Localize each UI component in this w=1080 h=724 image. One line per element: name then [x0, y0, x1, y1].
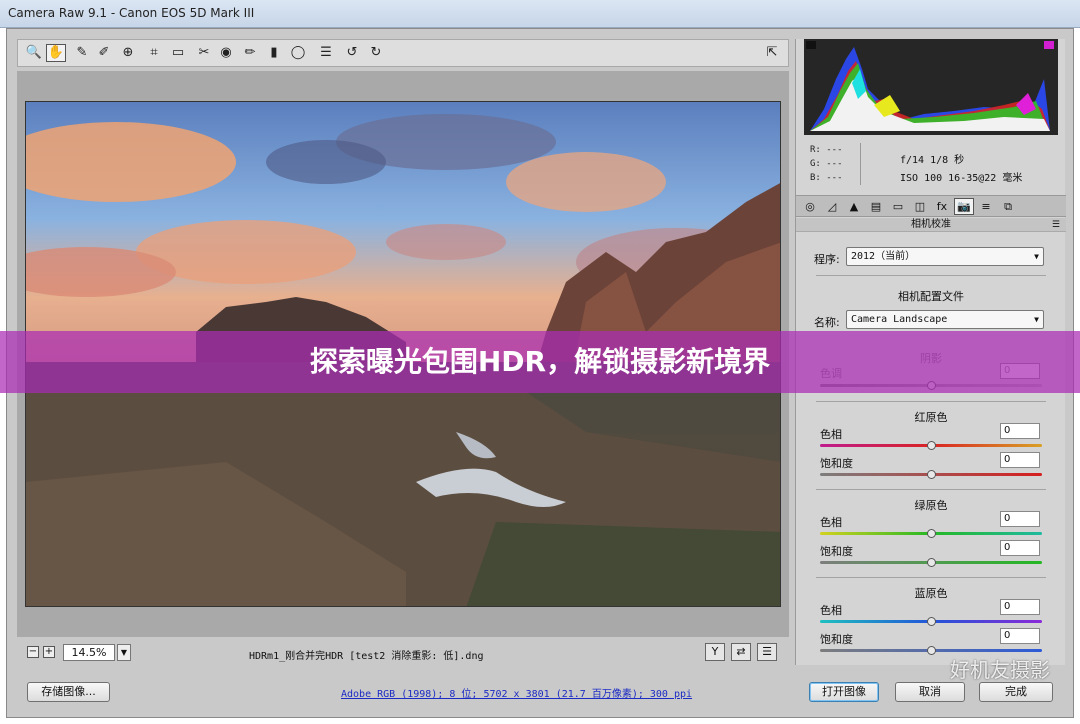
tab-lens-icon[interactable]: ◫ — [910, 198, 930, 215]
green-hue-slider-thumb[interactable] — [927, 529, 936, 538]
filename-label: HDRm1_刚合并完HDR [test2 消除重影: 低].dng — [249, 651, 484, 662]
green-saturation-value[interactable]: 0 — [1000, 540, 1040, 556]
red-eye-tool-icon[interactable]: ◉ — [216, 44, 236, 62]
status-bar: − + 14.5% ▼ HDRm1_刚合并完HDR [test2 消除重影: 低… — [17, 641, 789, 665]
promo-banner: 探索曝光包围HDR，解锁摄影新境界 — [0, 331, 1080, 393]
tab-split-toning-icon[interactable]: ▭ — [888, 198, 908, 215]
spot-removal-tool-icon[interactable]: ✂ — [194, 44, 214, 62]
title-bar: Camera Raw 9.1 - Canon EOS 5D Mark III — [0, 0, 1080, 28]
blue-hue-value[interactable]: 0 — [1000, 599, 1040, 615]
green-hue-label: 色相 — [820, 516, 842, 529]
process-label: 程序: — [814, 253, 840, 266]
hand-tool-icon[interactable]: ✋ — [46, 44, 66, 62]
straighten-tool-icon[interactable]: ▭ — [168, 44, 188, 62]
blue-readout: B: --- — [810, 173, 843, 183]
window-title: Camera Raw 9.1 - Canon EOS 5D Mark III — [8, 6, 255, 20]
watermark: 好机友摄影 — [950, 658, 1050, 682]
chevron-down-icon: ▼ — [1034, 252, 1039, 261]
preferences-icon[interactable]: ☰ — [316, 44, 336, 62]
workflow-options-link[interactable]: Adobe RGB (1998); 8 位; 5702 x 3801 (21.7… — [341, 685, 692, 700]
red-hue-value[interactable]: 0 — [1000, 423, 1040, 439]
toolbar: 🔍 ✋ ✎ ✐ ⊕ ⌗ ▭ ✂ ◉ ✏ ▮ ◯ ☰ ↺ ↻ ⇱ — [17, 39, 789, 67]
white-balance-tool-icon[interactable]: ✎ — [72, 44, 92, 62]
color-sampler-tool-icon[interactable]: ✐ — [94, 44, 114, 62]
red-hue-label: 色相 — [820, 428, 842, 441]
panel-tabs: ◎ ◿ ▲ ▤ ▭ ◫ fx 📷 ≡ ⧉ — [796, 195, 1066, 217]
section-title-text: 相机校准 — [911, 219, 951, 230]
pixel-readout: R: --- G: --- B: --- f/14 1/8 秒 ISO 100 … — [804, 139, 1058, 191]
blue-hue-slider-thumb[interactable] — [927, 617, 936, 626]
red-readout: R: --- — [810, 145, 843, 155]
panel-menu-icon[interactable]: ☰ — [1052, 218, 1060, 232]
rotate-cw-icon[interactable]: ↻ — [366, 44, 386, 62]
zoom-level-field[interactable]: 14.5% — [63, 644, 115, 661]
section-title: 相机校准 ☰ — [796, 218, 1066, 232]
done-button[interactable]: 完成 — [979, 682, 1053, 702]
histogram — [804, 39, 1058, 135]
chevron-down-icon: ▼ — [1034, 315, 1039, 324]
footer: 存储图像... Adobe RGB (1998); 8 位; 5702 x 38… — [7, 669, 1075, 717]
zoom-out-button[interactable]: − — [27, 646, 39, 658]
red-saturation-label: 饱和度 — [820, 457, 853, 470]
tab-detail-icon[interactable]: ▲ — [844, 198, 864, 215]
tab-snapshots-icon[interactable]: ⧉ — [998, 198, 1018, 215]
histogram-graph — [804, 39, 1058, 135]
before-after-icon[interactable]: Y — [705, 643, 725, 661]
swap-settings-icon[interactable]: ⇄ — [731, 643, 751, 661]
green-saturation-slider-thumb[interactable] — [927, 558, 936, 567]
red-saturation-slider-thumb[interactable] — [927, 470, 936, 479]
rotate-ccw-icon[interactable]: ↺ — [342, 44, 362, 62]
green-hue-value[interactable]: 0 — [1000, 511, 1040, 527]
zoom-in-button[interactable]: + — [43, 646, 55, 658]
targeted-adjustment-tool-icon[interactable]: ⊕ — [118, 44, 138, 62]
cancel-button[interactable]: 取消 — [895, 682, 965, 702]
blue-saturation-value[interactable]: 0 — [1000, 628, 1040, 644]
radial-filter-tool-icon[interactable]: ◯ — [288, 44, 308, 62]
tab-tone-curve-icon[interactable]: ◿ — [822, 198, 842, 215]
tab-presets-icon[interactable]: ≡ — [976, 198, 996, 215]
adjustment-brush-tool-icon[interactable]: ✏ — [240, 44, 260, 62]
graduated-filter-tool-icon[interactable]: ▮ — [264, 44, 284, 62]
process-select[interactable]: 2012（当前） ▼ — [846, 247, 1044, 266]
tab-basic-icon[interactable]: ◎ — [800, 198, 820, 215]
tab-camera-calibration-icon[interactable]: 📷 — [954, 198, 974, 215]
lens-info: ISO 100 16-35@22 毫米 — [900, 173, 1023, 184]
banner-headline: 探索曝光包围HDR，解锁摄影新境界 — [309, 345, 771, 378]
preview-preferences-icon[interactable]: ☰ — [757, 643, 777, 661]
green-saturation-label: 饱和度 — [820, 545, 853, 558]
profile-group-title: 相机配置文件 — [898, 290, 964, 303]
zoom-dropdown-icon[interactable]: ▼ — [117, 644, 131, 661]
name-label: 名称: — [814, 316, 840, 329]
red-saturation-value[interactable]: 0 — [1000, 452, 1040, 468]
red-hue-slider-thumb[interactable] — [927, 441, 936, 450]
tab-hsl-icon[interactable]: ▤ — [866, 198, 886, 215]
crop-tool-icon[interactable]: ⌗ — [144, 44, 164, 62]
green-readout: G: --- — [810, 159, 843, 169]
open-image-button[interactable]: 打开图像 — [809, 682, 879, 702]
blue-saturation-slider-thumb[interactable] — [927, 646, 936, 655]
fullscreen-icon[interactable]: ⇱ — [762, 44, 782, 62]
save-image-button[interactable]: 存储图像... — [27, 682, 110, 702]
profile-select[interactable]: Camera Landscape ▼ — [846, 310, 1044, 329]
zoom-tool-icon[interactable]: 🔍 — [24, 44, 44, 62]
tab-effects-icon[interactable]: fx — [932, 198, 952, 215]
blue-hue-label: 色相 — [820, 604, 842, 617]
exposure-info: f/14 1/8 秒 — [900, 155, 965, 166]
blue-saturation-label: 饱和度 — [820, 633, 853, 646]
